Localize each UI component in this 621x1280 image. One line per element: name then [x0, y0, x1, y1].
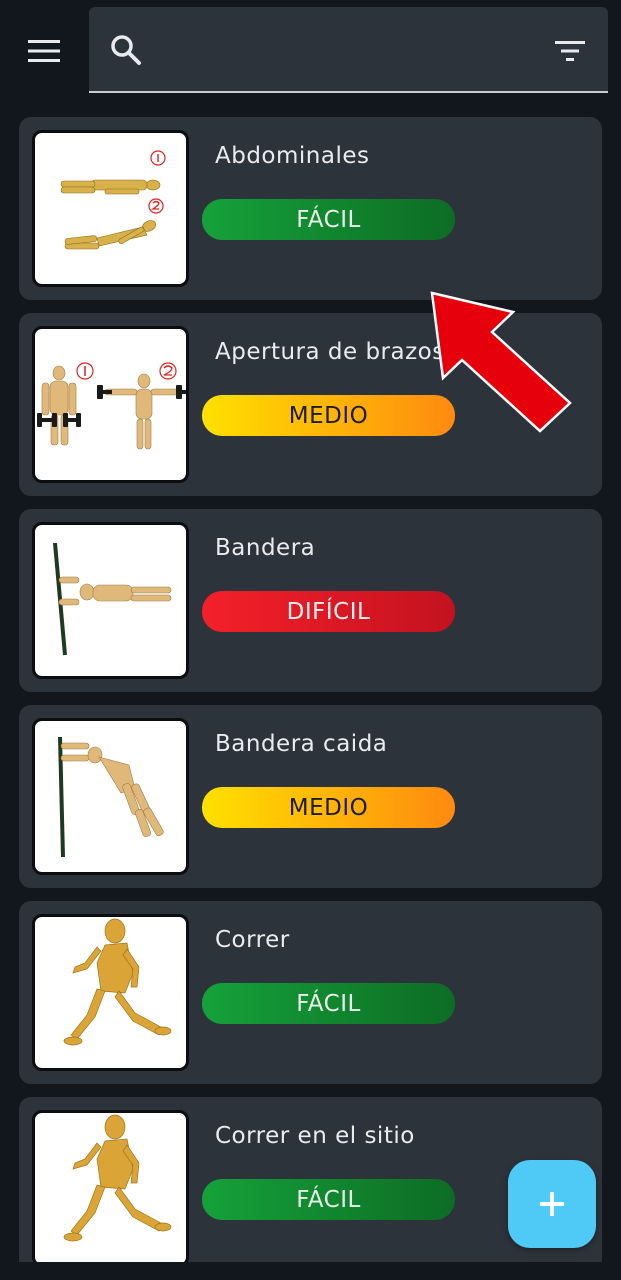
hamburger-menu-icon [28, 40, 60, 62]
search-input[interactable] [157, 27, 531, 75]
search-icon [111, 35, 141, 65]
exercise-name: Correr en el sitio [215, 1123, 415, 1149]
add-exercise-button[interactable] [508, 1160, 596, 1248]
difficulty-badge: FÁCIL [202, 1179, 455, 1220]
exercise-image [37, 362, 186, 450]
exercise-thumbnail [32, 522, 189, 679]
exercise-thumbnail [32, 326, 189, 483]
exercise-card[interactable]: Correr FÁCIL [19, 901, 602, 1084]
exercise-image [53, 542, 172, 656]
exercise-image [60, 150, 166, 250]
exercise-name: Bandera [215, 535, 316, 561]
exercise-image [58, 736, 164, 858]
exercise-name: Bandera caida [215, 731, 388, 757]
exercise-thumbnail [32, 718, 189, 875]
exercise-card[interactable]: Apertura de brazos MEDIO [19, 313, 602, 496]
difficulty-badge: FÁCIL [202, 199, 455, 240]
difficulty-badge: DIFÍCIL [202, 591, 455, 632]
exercise-thumbnail [32, 130, 189, 287]
exercise-name: Abdominales [215, 143, 370, 169]
search-bar[interactable] [89, 7, 608, 93]
difficulty-badge: MEDIO [202, 787, 455, 828]
bottom-edge [0, 1262, 621, 1280]
exercise-name: Apertura de brazos [215, 339, 445, 365]
exercise-image [63, 1114, 172, 1242]
menu-button[interactable] [18, 30, 70, 72]
difficulty-badge: MEDIO [202, 395, 455, 436]
exercise-card[interactable]: Bandera caida MEDIO [19, 705, 602, 888]
exercise-image [63, 918, 172, 1046]
exercise-card[interactable]: Abdominales FÁCIL [19, 117, 602, 300]
filter-icon[interactable] [553, 35, 587, 67]
exercise-card[interactable]: Bandera DIFÍCIL [19, 509, 602, 692]
exercise-name: Correr [215, 927, 290, 953]
difficulty-badge: FÁCIL [202, 983, 455, 1024]
plus-icon [540, 1192, 564, 1216]
exercise-thumbnail [32, 914, 189, 1071]
exercise-thumbnail [32, 1110, 189, 1267]
top-app-bar [0, 0, 621, 108]
